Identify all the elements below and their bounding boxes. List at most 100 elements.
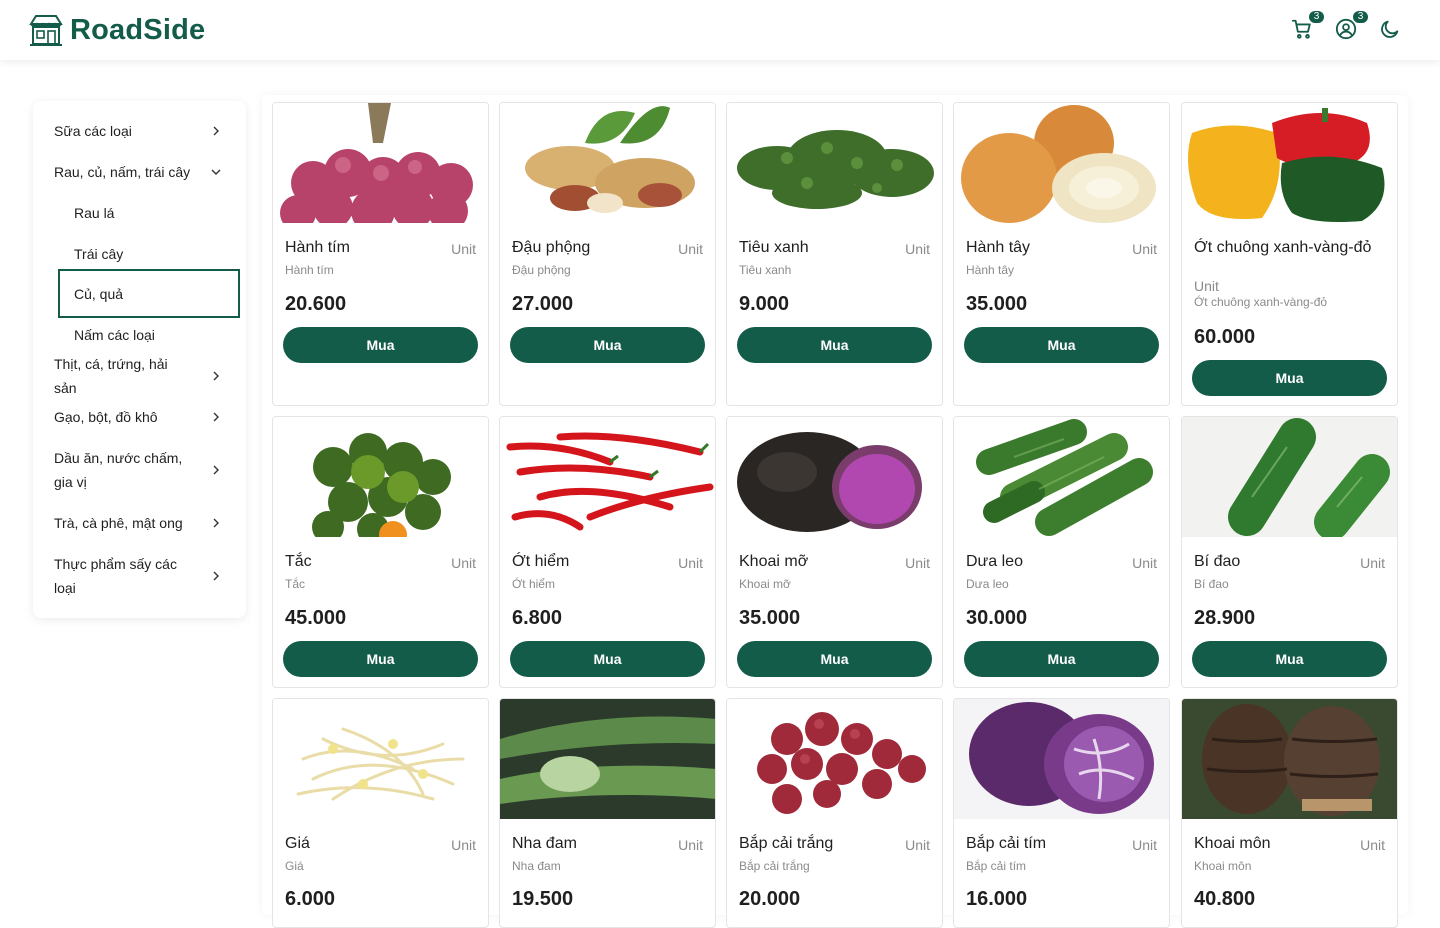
subcategory-leafy[interactable]: Rau lá [33, 201, 246, 225]
buy-button[interactable]: Mua [737, 641, 932, 677]
product-image [500, 103, 715, 223]
product-name: Khoai môn [1194, 835, 1271, 852]
chevron-right-icon [213, 518, 219, 528]
subcategory-label: Nấm các loại [74, 327, 155, 343]
product-image [500, 699, 715, 819]
product-card[interactable]: Khoai mỡ Unit Khoai mỡ 35.000 Mua [726, 416, 943, 688]
buy-button[interactable]: Mua [283, 327, 478, 363]
brand-logo[interactable]: RoadSide [28, 13, 205, 47]
product-name: Nha đam [512, 835, 577, 852]
brand-name: RoadSide [70, 13, 206, 46]
product-subtitle: Dưa leo [966, 577, 1009, 591]
subcategory-tubers[interactable]: Củ, quả [33, 282, 246, 306]
user-circle-icon [1335, 18, 1357, 40]
buy-button[interactable]: Mua [737, 327, 932, 363]
product-name: Hành tây [966, 239, 1031, 256]
category-dairy[interactable]: Sữa các loại [33, 119, 246, 143]
product-name: Đậu phộng [512, 239, 591, 256]
category-label: Rau, củ, nấm, trái cây [54, 164, 191, 180]
product-subtitle: Giá [285, 859, 304, 873]
subcategory-label: Củ, quả [74, 286, 124, 302]
product-card[interactable]: Tiêu xanh Unit Tiêu xanh 9.000 Mua [726, 102, 943, 406]
product-unit: Unit [451, 555, 476, 571]
product-name: Tiêu xanh [739, 239, 809, 256]
category-dried-food[interactable]: Thực phẩm sấy các loại [33, 551, 246, 601]
product-image [1182, 417, 1397, 537]
theme-toggle-button[interactable] [1378, 15, 1402, 43]
subcategory-fruit[interactable]: Trái cây [33, 242, 246, 266]
product-card[interactable]: Ớt chuông xanh-vàng-đỏ Unit Ớt chuông xa… [1181, 102, 1398, 406]
product-subtitle: Bí đao [1194, 577, 1229, 591]
product-subtitle: Bắp cải tím [966, 859, 1027, 873]
product-name: Bí đao [1194, 553, 1241, 570]
moon-icon [1381, 20, 1399, 38]
subcategory-label: Trái cây [74, 246, 124, 262]
cart-icon [1291, 19, 1311, 39]
chevron-down-icon [211, 169, 221, 175]
product-image [1182, 699, 1397, 819]
buy-button[interactable]: Mua [964, 327, 1159, 363]
product-card[interactable]: Ớt hiểm Unit Ớt hiểm 6.800 Mua [499, 416, 716, 688]
product-unit: Unit [678, 837, 703, 853]
cart-button[interactable]: 3 [1290, 11, 1324, 43]
product-card[interactable]: Khoai môn Unit Khoai môn 40.800 [1181, 698, 1398, 928]
buy-button[interactable]: Mua [510, 327, 705, 363]
category-label: Trà, cà phê, mật ong [54, 515, 183, 531]
product-subtitle: Khoai mỡ [739, 577, 791, 591]
product-name: Khoai mỡ [739, 553, 809, 570]
subcategory-mushrooms[interactable]: Nấm các loại [33, 323, 246, 347]
product-subtitle: Hành tây [966, 263, 1015, 277]
product-name: Bắp cải trắng [739, 835, 834, 852]
account-button[interactable]: 3 [1334, 11, 1368, 43]
category-label: Thịt, cá, trứng, hải sản [54, 356, 168, 396]
product-name: Bắp cải tím [966, 835, 1047, 852]
product-subtitle: Tắc [285, 577, 306, 591]
product-card[interactable]: Nha đam Unit Nha đam 19.500 [499, 698, 716, 928]
product-price: 27.000 [512, 293, 574, 315]
product-card[interactable]: Dưa leo Unit Dưa leo 30.000 Mua [953, 416, 1170, 688]
cart-count-badge: 3 [1309, 11, 1324, 23]
product-card[interactable]: Hành tây Unit Hành tây 35.000 Mua [953, 102, 1170, 406]
chevron-right-icon [213, 371, 219, 381]
product-image [273, 417, 488, 537]
product-unit: Unit [1194, 278, 1219, 294]
product-card[interactable]: Tắc Unit Tắc 45.000 Mua [272, 416, 489, 688]
product-card[interactable]: Bí đao Unit Bí đao 28.900 Mua [1181, 416, 1398, 688]
category-oil-sauce[interactable]: Dầu ăn, nước chấm, gia vị [33, 445, 246, 495]
product-unit: Unit [905, 837, 930, 853]
buy-button[interactable]: Mua [510, 641, 705, 677]
category-rice-dry[interactable]: Gạo, bột, đồ khô [33, 405, 246, 429]
product-image [954, 417, 1169, 537]
buy-button[interactable]: Mua [1192, 641, 1387, 677]
product-price: 6.800 [512, 607, 563, 629]
product-card[interactable]: Bắp cải tím Unit Bắp cải tím 16.000 [953, 698, 1170, 928]
product-image [954, 103, 1169, 223]
product-price: 35.000 [966, 293, 1028, 315]
product-price: 45.000 [285, 607, 347, 629]
buy-button[interactable]: Mua [1192, 360, 1387, 396]
product-unit: Unit [1132, 555, 1157, 571]
product-card[interactable]: Đậu phộng Unit Đậu phộng 27.000 Mua [499, 102, 716, 406]
product-unit: Unit [451, 837, 476, 853]
product-unit: Unit [678, 241, 703, 257]
product-card[interactable]: Hành tím Unit Hành tím 20.600 Mua [272, 102, 489, 406]
buy-button[interactable]: Mua [964, 641, 1159, 677]
buy-button[interactable]: Mua [283, 641, 478, 677]
product-name: Giá [285, 835, 310, 852]
product-subtitle: Hành tím [285, 263, 334, 277]
product-image [727, 699, 942, 819]
category-label: Dầu ăn, nước chấm, gia vị [54, 450, 183, 490]
category-meat-seafood[interactable]: Thịt, cá, trứng, hải sản [33, 356, 246, 396]
account-count-badge: 3 [1353, 11, 1368, 23]
product-name: Ớt hiểm [512, 553, 570, 570]
product-subtitle: Tiêu xanh [739, 263, 792, 277]
product-card[interactable]: Bắp cải trắng Unit Bắp cải trắng 20.000 [726, 698, 943, 928]
product-unit: Unit [451, 241, 476, 257]
chevron-right-icon [213, 571, 219, 581]
product-image [1182, 103, 1397, 223]
category-vegetables[interactable]: Rau, củ, nấm, trái cây [33, 160, 246, 184]
category-tea-coffee[interactable]: Trà, cà phê, mật ong [33, 511, 246, 535]
product-image [727, 103, 942, 223]
product-card[interactable]: Giá Unit Giá 6.000 [272, 698, 489, 928]
product-price: 28.900 [1194, 607, 1256, 629]
